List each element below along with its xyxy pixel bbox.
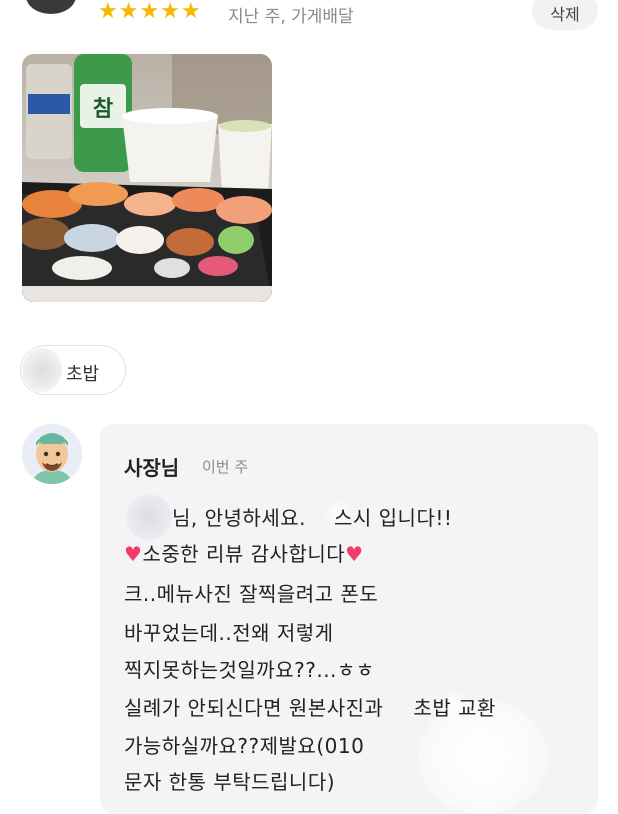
owner-avatar (22, 424, 82, 484)
review-meta: 지난 주, 가게배달 (228, 7, 354, 27)
reply-time: 이번 주 (202, 458, 249, 476)
heart-icon: ♥ (345, 542, 364, 566)
reply-line-2: ♥소중한 리뷰 감사합니다♥ (124, 538, 364, 567)
reply-store-intro: 스시 입니다!! (333, 506, 453, 530)
heart-icon: ♥ (124, 542, 143, 566)
reply-line-4: 바꾸었는데..전왜 저렇게 (124, 621, 334, 645)
reply-line-6: 실례가 안되신다면 원본사진과 초밥 교환 (124, 692, 496, 721)
reply-thanks: 소중한 리뷰 감사합니다 (142, 542, 346, 566)
reply-request: 실례가 안되신다면 원본사진과 (124, 696, 384, 720)
sushi-photo-image: 참 (22, 54, 272, 302)
reviewer-avatar (26, 0, 76, 14)
menu-thumbnail (22, 348, 62, 392)
reply-line-8: 문자 한통 부탁드립니다) (124, 770, 336, 794)
star-icon: ★ (118, 0, 139, 24)
menu-tag-label[interactable]: 초밥 (66, 360, 99, 386)
star-icon: ★ (160, 0, 180, 24)
reply-line-7: 가능하실까요??제발요(010 (124, 734, 365, 758)
reply-line-5: 찍지못하는것일까요??...ㅎㅎ (124, 658, 375, 682)
star-icon: ★ (98, 0, 118, 24)
reply-line-3: 크..메뉴사진 잘찍을려고 폰도 (124, 582, 379, 606)
owner-character-icon (22, 424, 82, 484)
reply-line-1: 님, 안녕하세요. 스시 입니다!! (124, 502, 452, 531)
delete-button[interactable]: 삭제 (532, 0, 598, 30)
rating-stars: ★ ★ ★ ★ ★ (98, 0, 201, 24)
svg-text:참: 참 (93, 97, 113, 122)
review-photo[interactable]: 참 (22, 54, 272, 302)
star-icon: ★ (139, 0, 160, 24)
star-icon: ★ (180, 0, 201, 24)
reply-exchange: 초밥 교환 (413, 696, 496, 720)
owner-name: 사장님 (124, 456, 180, 480)
reply-greeting: 님, 안녕하세요. (172, 506, 306, 530)
